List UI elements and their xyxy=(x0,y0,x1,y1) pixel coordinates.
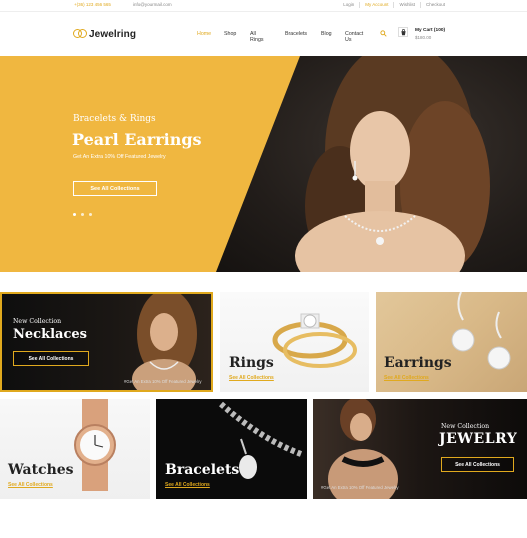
jewelry-title: JEWELRY xyxy=(439,431,518,447)
rings-image xyxy=(272,313,357,368)
site-logo[interactable]: Jewelring xyxy=(73,28,136,40)
top-bar: +(36) 123 456 565 info@yourmail.com Logi… xyxy=(0,0,527,12)
checkout-link[interactable]: Checkout xyxy=(419,2,450,8)
rings-title: Rings xyxy=(229,355,274,371)
rings-logo-icon xyxy=(73,28,87,40)
wishlist-link[interactable]: Wishlist xyxy=(393,2,420,8)
bracelets-tile[interactable]: Bracelets See All Collections xyxy=(156,399,307,499)
cart-title[interactable]: My Cart (100) xyxy=(415,28,445,33)
cart-price: $180.00 xyxy=(415,35,432,40)
account-links: Login My Account Wishlist Checkout xyxy=(338,2,450,8)
jewelry-tile[interactable]: New Collection JEWELRY See All Collectio… xyxy=(313,399,527,499)
nav-blog[interactable]: Blog xyxy=(321,31,332,37)
earrings-link[interactable]: See All Collections xyxy=(384,375,429,381)
nav-shop[interactable]: Shop xyxy=(224,31,236,37)
slide-dot-2[interactable] xyxy=(81,213,84,216)
bracelet-image xyxy=(219,401,303,479)
nav-bracelets[interactable]: Bracelets xyxy=(285,31,307,37)
hero-slider: Bracelets & Rings Pearl Earrings Get An … xyxy=(0,56,527,272)
jewelry-note: #Get An Extra 10% Off Featured Jewelry xyxy=(321,485,399,490)
cart-icon[interactable] xyxy=(398,27,408,37)
rings-link[interactable]: See All Collections xyxy=(229,375,274,381)
email-address[interactable]: info@yourmail.com xyxy=(133,2,172,7)
nav-home[interactable]: Home xyxy=(197,31,211,37)
nav-contact-us[interactable]: Contact Us xyxy=(345,31,363,43)
slide-dot-3[interactable] xyxy=(89,213,92,216)
nav-all-rings[interactable]: All Rings xyxy=(250,31,264,43)
slider-dots xyxy=(73,213,92,216)
necklace-model-image xyxy=(132,294,197,390)
jewelry-button[interactable]: See All Collections xyxy=(441,457,514,472)
necklaces-tile[interactable]: New Collection Necklaces See All Collect… xyxy=(0,292,213,392)
my-account-link[interactable]: My Account xyxy=(359,2,393,8)
rings-tile[interactable]: Rings See All Collections xyxy=(220,292,369,392)
slide-dot-1[interactable] xyxy=(73,213,76,216)
earrings-image xyxy=(451,292,511,370)
hero-description: Get An Extra 10% Off Featured Jewelry xyxy=(73,154,166,160)
bracelets-title: Bracelets xyxy=(165,462,240,478)
watches-link[interactable]: See All Collections xyxy=(8,482,53,488)
top-divider xyxy=(0,11,527,12)
necklaces-title: Necklaces xyxy=(13,327,87,342)
bracelets-link[interactable]: See All Collections xyxy=(165,482,210,488)
hero-title: Pearl Earrings xyxy=(72,130,202,149)
hero-subtitle: Bracelets & Rings xyxy=(73,114,156,124)
earrings-tile[interactable]: Earrings See All Collections xyxy=(376,292,527,392)
login-link[interactable]: Login xyxy=(338,2,359,8)
watches-tile[interactable]: Watches See All Collections xyxy=(0,399,150,499)
necklaces-button[interactable]: See All Collections xyxy=(13,351,89,366)
watches-title: Watches xyxy=(8,462,74,478)
jewelry-model-image xyxy=(328,399,398,499)
hero-collections-button[interactable]: See All Collections xyxy=(73,181,157,196)
phone-number[interactable]: +(36) 123 456 565 xyxy=(74,2,111,7)
earrings-title: Earrings xyxy=(384,355,452,371)
necklaces-note: #Get An Extra 10% Off Featured Jewelry xyxy=(124,379,202,384)
necklaces-kicker: New Collection xyxy=(13,318,62,325)
logo-text: Jewelring xyxy=(89,28,137,40)
search-icon[interactable] xyxy=(380,30,387,37)
jewelry-kicker: New Collection xyxy=(441,423,490,430)
